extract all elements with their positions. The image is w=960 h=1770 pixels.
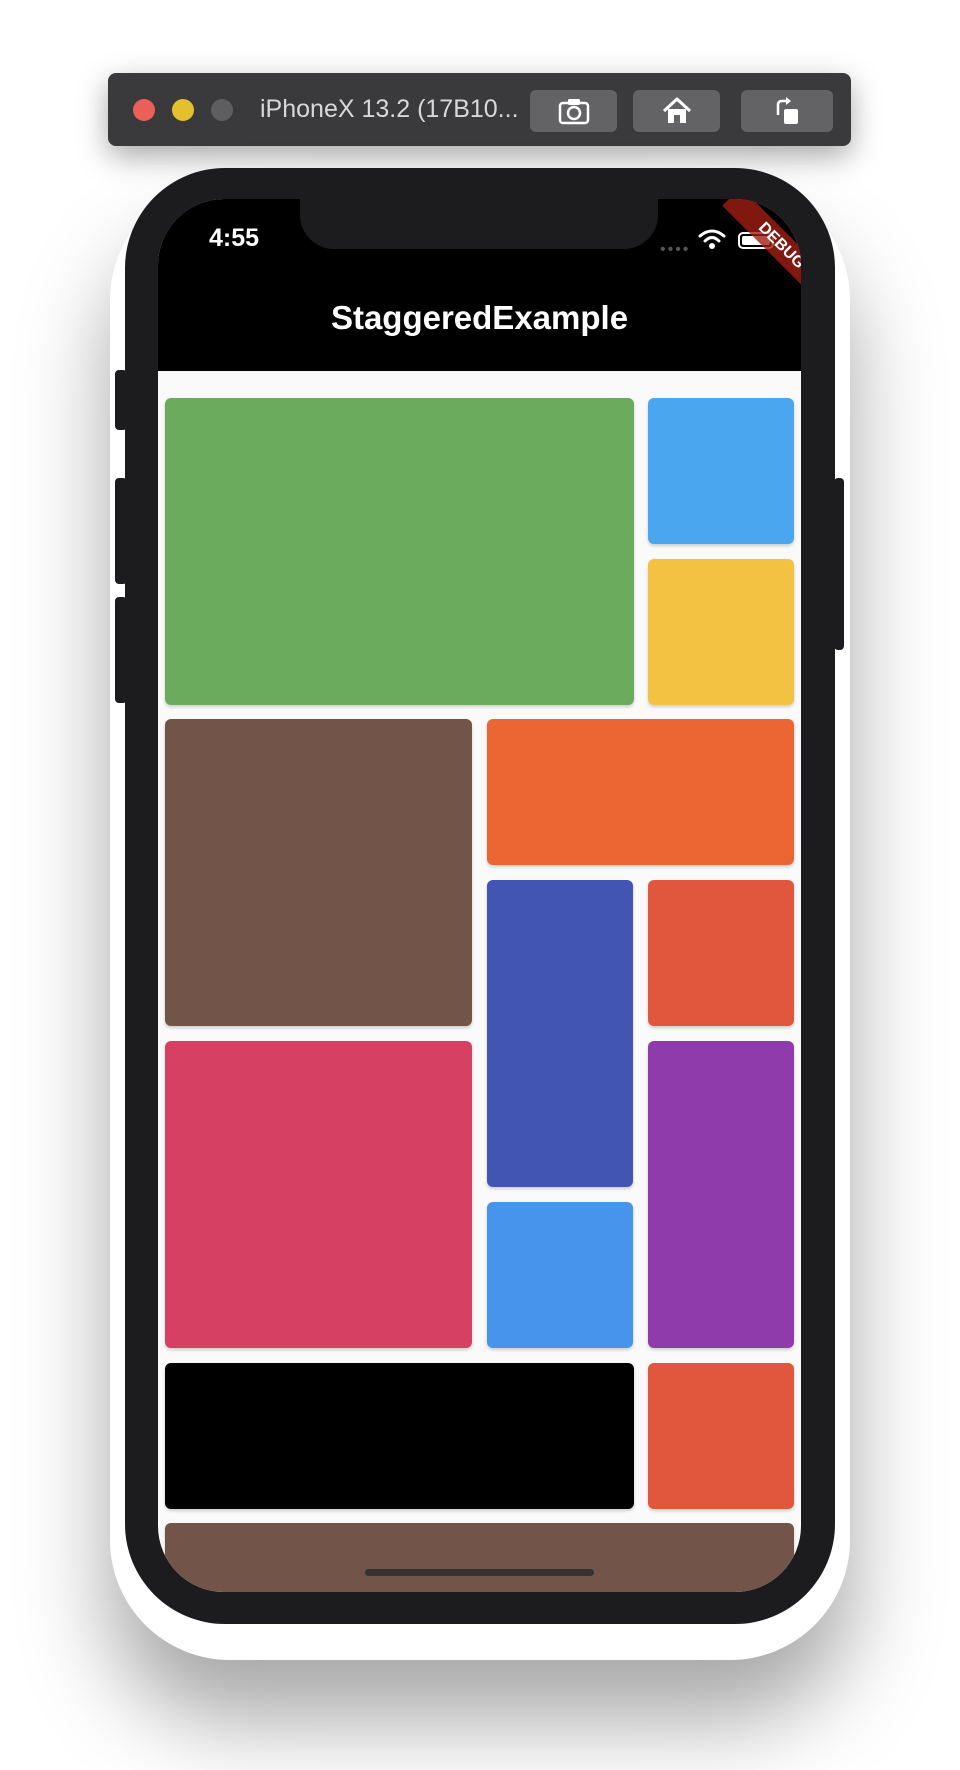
zoom-window-button[interactable]	[211, 99, 233, 121]
tile-black[interactable]	[165, 1363, 634, 1509]
debug-banner: DEBUG	[691, 199, 801, 309]
tile-green[interactable]	[165, 398, 634, 705]
screenshot-icon	[558, 99, 589, 125]
status-time: 4:55	[209, 224, 260, 252]
rotate-button[interactable]	[741, 90, 833, 132]
simulator-title: iPhoneX 13.2 (17B10...	[260, 95, 519, 123]
home-button[interactable]	[633, 90, 720, 132]
home-indicator[interactable]	[365, 1569, 594, 1576]
rotate-icon	[776, 97, 798, 124]
phone-screen: 4:55 •••• StaggeredExample DEBUG	[158, 199, 801, 1592]
power-button	[834, 478, 844, 650]
tile-amber[interactable]	[648, 559, 794, 705]
tile-red-orange-2[interactable]	[648, 1363, 794, 1509]
tile-brown[interactable]	[165, 719, 472, 1026]
minimize-window-button[interactable]	[172, 99, 194, 121]
close-window-button[interactable]	[133, 99, 155, 121]
tile-blue[interactable]	[487, 1202, 633, 1348]
screenshot-button[interactable]	[530, 90, 617, 132]
tile-purple[interactable]	[648, 1041, 794, 1348]
app-bar: 4:55 •••• StaggeredExample DEBUG	[158, 199, 801, 371]
tile-brown-2[interactable]	[165, 1523, 794, 1592]
tile-deep-orange[interactable]	[487, 719, 794, 865]
simulator-title-bar: iPhoneX 13.2 (17B10...	[108, 73, 851, 146]
tile-indigo[interactable]	[487, 880, 633, 1187]
tile-pink[interactable]	[165, 1041, 472, 1348]
notch	[300, 199, 658, 249]
home-icon	[662, 97, 691, 123]
signal-icon: ••••	[660, 241, 691, 258]
tile-red-orange[interactable]	[648, 880, 794, 1026]
debug-banner-label: DEBUG	[722, 199, 801, 305]
tile-light-blue[interactable]	[648, 398, 794, 544]
